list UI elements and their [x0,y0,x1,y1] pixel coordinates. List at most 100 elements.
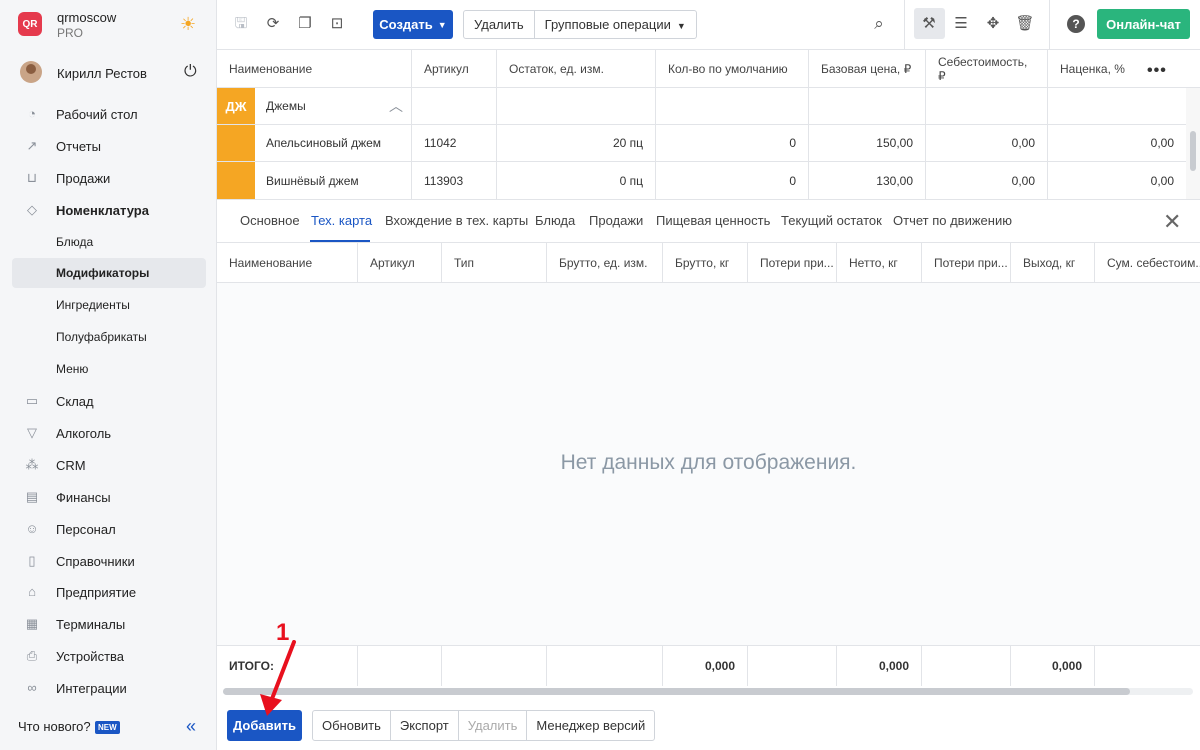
theme-sun-icon[interactable]: ☀ [180,14,196,34]
column-header-brutto-unit[interactable]: Брутто, ед. изм. [547,243,663,283]
box-icon: ▭ [25,393,39,408]
table-row[interactable]: Вишнёвый джем 113903 0 пц 0 130,00 0,00 … [217,162,1187,199]
sidebar-item-integrations[interactable]: ∞ Интеграции [12,673,206,703]
column-header-total-cost[interactable]: Сум. себестоим... [1095,243,1200,283]
sidebar-item-ingredients[interactable]: Ингредиенты [12,290,206,320]
column-header-cost[interactable]: Себестоимость, ₽ [926,50,1048,87]
user-block[interactable]: Кирилл Рестов ⏻ [0,52,216,94]
trash-icon[interactable]: 🗑 [1015,14,1035,34]
online-chat-button[interactable]: Онлайн-чат [1097,9,1190,39]
column-header-netto-kg[interactable]: Нетто, кг [837,243,922,283]
tab-movement-report[interactable]: Отчет по движению [893,213,1012,228]
sidebar-item-modifiers[interactable]: Модификаторы [12,258,206,288]
cell-sku: 113903 [412,162,497,199]
help-icon[interactable]: ? [1067,15,1085,33]
save-icon[interactable]: 🖫 [231,14,251,34]
list-icon[interactable]: ☰ [951,14,971,34]
column-header-default-qty[interactable]: Кол-во по умолчанию [656,50,809,87]
sidebar-item-dishes[interactable]: Блюда [12,227,206,257]
sidebar-item-label: Терминалы [56,616,126,632]
tab-current-stock[interactable]: Текущий остаток [781,213,882,228]
sidebar-item-nomenclature[interactable]: ◇ Номенклатура [12,195,206,225]
bottom-action-bar: Добавить Обновить Экспорт Удалить Менедж… [217,700,1200,750]
group-operations-dropdown[interactable]: Групповые операции ▼ [533,11,696,38]
brand-name: qrmoscow [57,10,117,25]
sidebar-item-staff[interactable]: ☺ Персонал [12,514,206,544]
total-brutto-kg: 0,000 [663,646,748,686]
bottom-button-group: Обновить Экспорт Удалить Менеджер версий [312,710,656,741]
column-header-brutto-kg[interactable]: Брутто, кг [663,243,748,283]
column-header-stock[interactable]: Остаток, ед. изм. [497,50,656,87]
brand-block[interactable]: QR qrmoscow PRO ☀ [0,0,216,50]
caret-down-icon: ▼ [437,19,447,30]
horizontal-scrollbar[interactable] [223,688,1193,695]
tab-dishes[interactable]: Блюда [535,213,575,228]
tab-tech-card-entries[interactable]: Вхождение в тех. карты [385,213,528,228]
delete-button-disabled[interactable]: Удалить [457,711,527,740]
tab-sales[interactable]: Продажи [589,213,643,228]
column-header-output-kg[interactable]: Выход, кг [1011,243,1095,283]
inbox-icon[interactable]: ⊡ [327,14,347,34]
sidebar-item-semi-finished[interactable]: Полуфабрикаты [12,322,206,352]
sidebar-item-enterprise[interactable]: ⌂ Предприятие [12,577,206,607]
column-header-type[interactable]: Тип [442,243,547,283]
scrollbar-thumb[interactable] [223,688,1130,695]
sidebar-item-crm[interactable]: ⁂ CRM [12,450,206,480]
refresh-button[interactable]: Обновить [313,711,390,740]
close-icon[interactable]: ✕ [1163,209,1181,235]
column-header-sku[interactable]: Артикул [358,243,442,283]
toolbar-divider [904,0,905,50]
sidebar-item-alcohol[interactable]: ▽ Алкоголь [12,418,206,448]
version-manager-button[interactable]: Менеджер версий [526,711,654,740]
sidebar-item-terminals[interactable]: ▦ Терминалы [12,609,206,639]
sidebar-item-menu[interactable]: Меню [12,354,206,384]
table-row[interactable]: Апельсиновый джем 11042 20 пц 0 150,00 0… [217,125,1187,162]
refresh-icon[interactable]: ⟳ [263,14,283,34]
sidebar-item-devices[interactable]: ⎙ Устройства [12,641,206,671]
column-header-losses-1[interactable]: Потери при... [748,243,837,283]
toolbar-button-group: Удалить Групповые операции ▼ [463,10,697,39]
more-options-icon[interactable]: ••• [1147,62,1167,80]
column-header-sku[interactable]: Артикул [412,50,497,87]
sidebar-item-label: CRM [56,457,86,473]
tab-tech-card[interactable]: Тех. карта [311,213,372,228]
sidebar-item-finance[interactable]: ▤ Финансы [12,482,206,512]
cell [656,88,809,124]
cell-cost: 0,00 [926,125,1048,161]
column-header-name[interactable]: Наименование [217,243,358,283]
sidebar-item-sales[interactable]: ⊔ Продажи [12,163,206,193]
export-button[interactable]: Экспорт [389,711,458,740]
basket-icon: ⊔ [26,170,38,185]
tab-main[interactable]: Основное [240,213,300,228]
chevron-up-icon[interactable]: ︿ [389,96,403,116]
sidebar-item-label: Модификаторы [56,266,150,280]
cell-markup: 0,00 [1150,173,1174,188]
search-icon[interactable]: ⌕ [869,14,889,34]
sidebar-item-reports[interactable]: ↗ Отчеты [12,131,206,161]
total-output-kg: 0,000 [1011,646,1095,686]
scrollbar-thumb[interactable] [1190,131,1196,171]
column-header-name[interactable]: Наименование [217,50,412,87]
empty-message: Нет данных для отображения. [560,451,857,474]
cell-cost: 0,00 [926,162,1048,199]
sidebar-item-dashboard[interactable]: ◔ Рабочий стол [12,99,206,129]
column-header-base-price[interactable]: Базовая цена, ₽ [809,50,926,87]
vertical-scrollbar[interactable] [1186,88,1200,199]
user-name: Кирилл Рестов [57,66,147,81]
crm-icon: ⁂ [25,457,39,472]
logout-power-icon[interactable]: ⏻ [184,63,197,81]
tools-icon[interactable]: ⚒ [919,14,939,34]
collapse-sidebar-icon[interactable]: « [186,716,196,737]
column-header-losses-2[interactable]: Потери при... [922,243,1011,283]
delete-button[interactable]: Удалить [464,11,534,38]
whats-new-link[interactable]: Что нового? [18,719,91,734]
cell-default-qty: 0 [656,125,809,161]
group-row[interactable]: Джемы ︿ [217,88,1187,125]
cell-base-price: 130,00 [809,162,926,199]
create-button[interactable]: Создать ▼ [373,10,453,39]
sidebar-item-warehouse[interactable]: ▭ Склад [12,386,206,416]
copy-icon[interactable]: ❐ [295,14,315,34]
tab-nutrition[interactable]: Пищевая ценность [656,213,770,228]
sidebar-item-references[interactable]: ▯ Справочники [12,546,206,576]
move-icon[interactable]: ✥ [983,14,1003,34]
